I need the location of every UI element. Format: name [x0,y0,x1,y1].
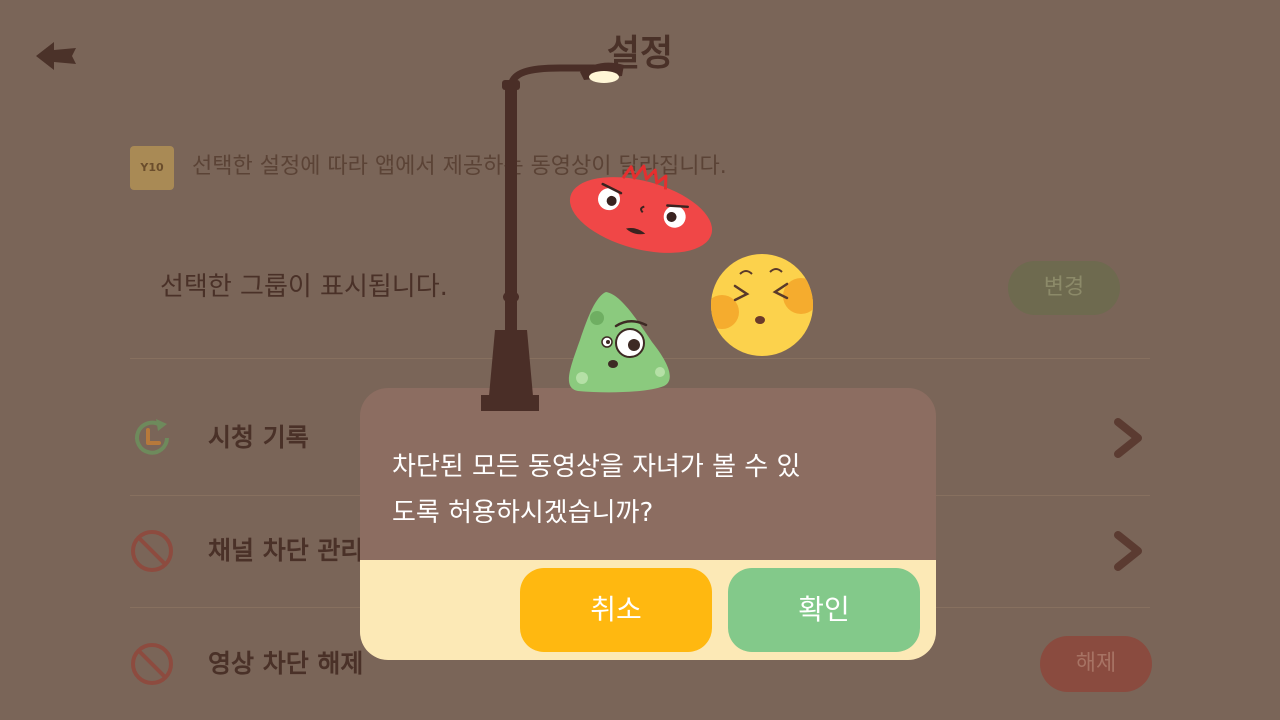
confirm-button[interactable]: 확인 [728,568,920,652]
dialog-message-line: 도록 허용하시겠습니까? [392,498,654,528]
confirm-dialog: 차단된 모든 동영상을 자녀가 볼 수 있 도록 허용하시겠습니까? 취소 확인 [360,388,936,660]
dialog-footer: 취소 확인 [360,560,936,660]
cancel-button[interactable]: 취소 [520,568,712,652]
dialog-message-line: 차단된 모든 동영상을 자녀가 볼 수 있 [392,452,801,482]
dialog-message: 차단된 모든 동영상을 자녀가 볼 수 있 도록 허용하시겠습니까? [392,444,800,536]
